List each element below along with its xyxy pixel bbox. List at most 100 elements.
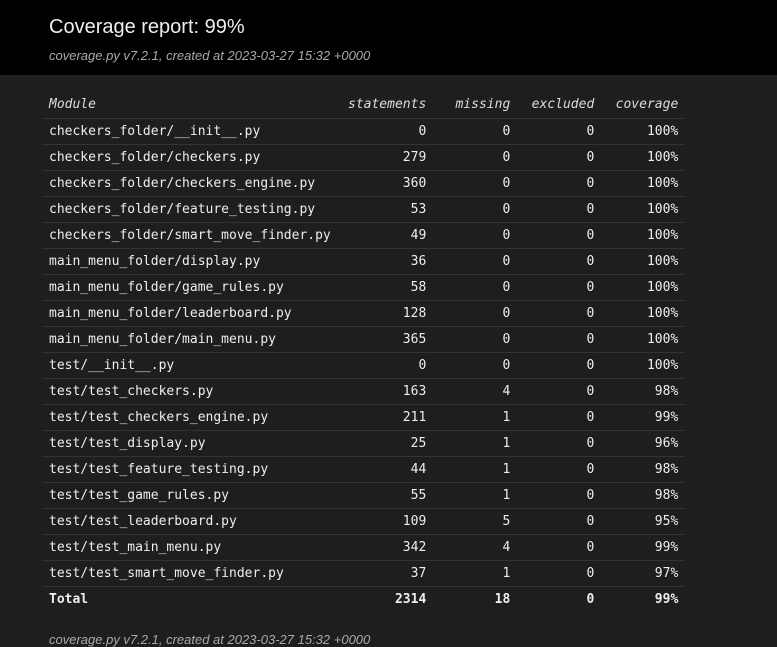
- module-link[interactable]: test/test_smart_move_finder.py: [42, 560, 341, 587]
- column-header-excluded[interactable]: excluded: [517, 91, 602, 119]
- statements-cell: 44: [341, 456, 434, 483]
- table-row: test/test_display.py 25 1 0 96%: [42, 430, 686, 457]
- module-link[interactable]: test/test_display.py: [42, 430, 341, 457]
- table-row: test/test_smart_move_finder.py 37 1 0 97%: [42, 560, 686, 587]
- coverage-cell: 99%: [601, 404, 686, 431]
- column-header-coverage[interactable]: coverage: [601, 91, 686, 119]
- table-row: test/test_game_rules.py 55 1 0 98%: [42, 482, 686, 509]
- module-link[interactable]: checkers_folder/__init__.py: [42, 118, 341, 145]
- excluded-cell: 0: [517, 378, 602, 405]
- coverage-cell: 100%: [601, 352, 686, 379]
- module-link[interactable]: main_menu_folder/game_rules.py: [42, 274, 341, 301]
- excluded-cell: 0: [517, 300, 602, 327]
- module-link[interactable]: test/__init__.py: [42, 352, 341, 379]
- excluded-cell: 0: [517, 534, 602, 561]
- missing-cell: 1: [433, 404, 518, 431]
- report-footer: coverage.py v7.2.1, created at 2023-03-2…: [0, 612, 777, 647]
- module-link[interactable]: test/test_feature_testing.py: [42, 456, 341, 483]
- column-header-statements[interactable]: statements: [341, 91, 434, 119]
- table-row: checkers_folder/__init__.py 0 0 0 100%: [42, 118, 686, 145]
- statements-cell: 58: [341, 274, 434, 301]
- total-excluded: 0: [586, 592, 595, 607]
- table-row: test/test_checkers_engine.py 211 1 0 99%: [42, 404, 686, 431]
- column-header-module[interactable]: Module: [42, 91, 341, 119]
- table-row: checkers_folder/checkers.py 279 0 0 100%: [42, 144, 686, 171]
- excluded-cell: 0: [517, 482, 602, 509]
- coverage-cell: 95%: [601, 508, 686, 535]
- coverage-cell: 100%: [601, 222, 686, 249]
- excluded-cell: 0: [517, 560, 602, 587]
- missing-cell: 0: [433, 300, 518, 327]
- footer-created-info: coverage.py v7.2.1, created at 2023-03-2…: [49, 632, 371, 647]
- module-link[interactable]: test/test_game_rules.py: [42, 482, 341, 509]
- statements-cell: 360: [341, 170, 434, 197]
- module-link[interactable]: main_menu_folder/main_menu.py: [42, 326, 341, 353]
- missing-cell: 4: [433, 378, 518, 405]
- coverage-cell: 98%: [601, 482, 686, 509]
- module-link[interactable]: test/test_checkers.py: [42, 378, 341, 405]
- excluded-cell: 0: [517, 170, 602, 197]
- module-link[interactable]: main_menu_folder/display.py: [42, 248, 341, 275]
- module-link[interactable]: checkers_folder/checkers.py: [42, 144, 341, 171]
- table-row: main_menu_folder/leaderboard.py 128 0 0 100%: [42, 300, 686, 327]
- coverage-content: Module statements missing excluded cover…: [0, 75, 777, 612]
- coverage-cell: 97%: [601, 560, 686, 587]
- table-row: main_menu_folder/display.py 36 0 0 100%: [42, 248, 686, 275]
- missing-cell: 1: [433, 430, 518, 457]
- statements-cell: 279: [341, 144, 434, 171]
- missing-cell: 5: [433, 508, 518, 535]
- missing-cell: 4: [433, 534, 518, 561]
- missing-cell: 0: [433, 170, 518, 197]
- table-body: checkers_folder/__init__.py 0 0 0 100% checke…: [42, 118, 686, 587]
- header-row: Module statements missing excluded cover…: [42, 91, 686, 119]
- statements-cell: 37: [341, 560, 434, 587]
- excluded-cell: 0: [517, 456, 602, 483]
- statements-cell: 55: [341, 482, 434, 509]
- module-link[interactable]: test/test_main_menu.py: [42, 534, 341, 561]
- coverage-cell: 100%: [601, 300, 686, 327]
- excluded-cell: 0: [517, 404, 602, 431]
- created-info: coverage.py v7.2.1, created at 2023-03-2…: [49, 48, 371, 63]
- total-row: Total 2314 18 0 99%: [42, 587, 685, 613]
- statements-cell: 49: [341, 222, 434, 249]
- module-link[interactable]: test/test_leaderboard.py: [42, 508, 341, 535]
- missing-cell: 0: [433, 196, 518, 223]
- table-row: checkers_folder/feature_testing.py 53 0 0 10…: [42, 196, 686, 223]
- statements-cell: 0: [341, 352, 434, 379]
- statements-cell: 109: [341, 508, 434, 535]
- statements-cell: 128: [341, 300, 434, 327]
- missing-cell: 0: [433, 274, 518, 301]
- module-link[interactable]: checkers_folder/feature_testing.py: [42, 196, 341, 223]
- excluded-cell: 0: [517, 248, 602, 275]
- table-row: test/test_checkers.py 163 4 0 98%: [42, 378, 686, 405]
- coverage-cell: 99%: [601, 534, 686, 561]
- coverage-cell: 100%: [601, 248, 686, 275]
- coverage-cell: 100%: [601, 170, 686, 197]
- module-link[interactable]: test/test_checkers_engine.py: [42, 404, 341, 431]
- table-row: test/test_feature_testing.py 44 1 0 98%: [42, 456, 686, 483]
- statements-cell: 211: [341, 404, 434, 431]
- missing-cell: 0: [433, 222, 518, 249]
- missing-cell: 0: [433, 248, 518, 275]
- total-missing: 18: [494, 592, 511, 607]
- missing-cell: 1: [433, 482, 518, 509]
- statements-cell: 25: [341, 430, 434, 457]
- coverage-cell: 98%: [601, 456, 686, 483]
- module-link[interactable]: checkers_folder/checkers_engine.py: [42, 170, 341, 197]
- missing-cell: 0: [433, 118, 518, 145]
- coverage-cell: 100%: [601, 326, 686, 353]
- module-link[interactable]: main_menu_folder/leaderboard.py: [42, 300, 341, 327]
- coverage-cell: 96%: [601, 430, 686, 457]
- excluded-cell: 0: [517, 326, 602, 353]
- excluded-cell: 0: [517, 222, 602, 249]
- table-row: test/__init__.py 0 0 0 100%: [42, 352, 686, 379]
- column-header-missing[interactable]: missing: [433, 91, 518, 119]
- missing-cell: 0: [433, 326, 518, 353]
- coverage-cell: 100%: [601, 274, 686, 301]
- statements-cell: 342: [341, 534, 434, 561]
- table-row: test/test_leaderboard.py 109 5 0 95%: [42, 508, 686, 535]
- excluded-cell: 0: [517, 196, 602, 223]
- total-coverage: 99%: [654, 592, 679, 607]
- module-link[interactable]: checkers_folder/smart_move_finder.py: [42, 222, 341, 249]
- coverage-cell: 100%: [601, 118, 686, 145]
